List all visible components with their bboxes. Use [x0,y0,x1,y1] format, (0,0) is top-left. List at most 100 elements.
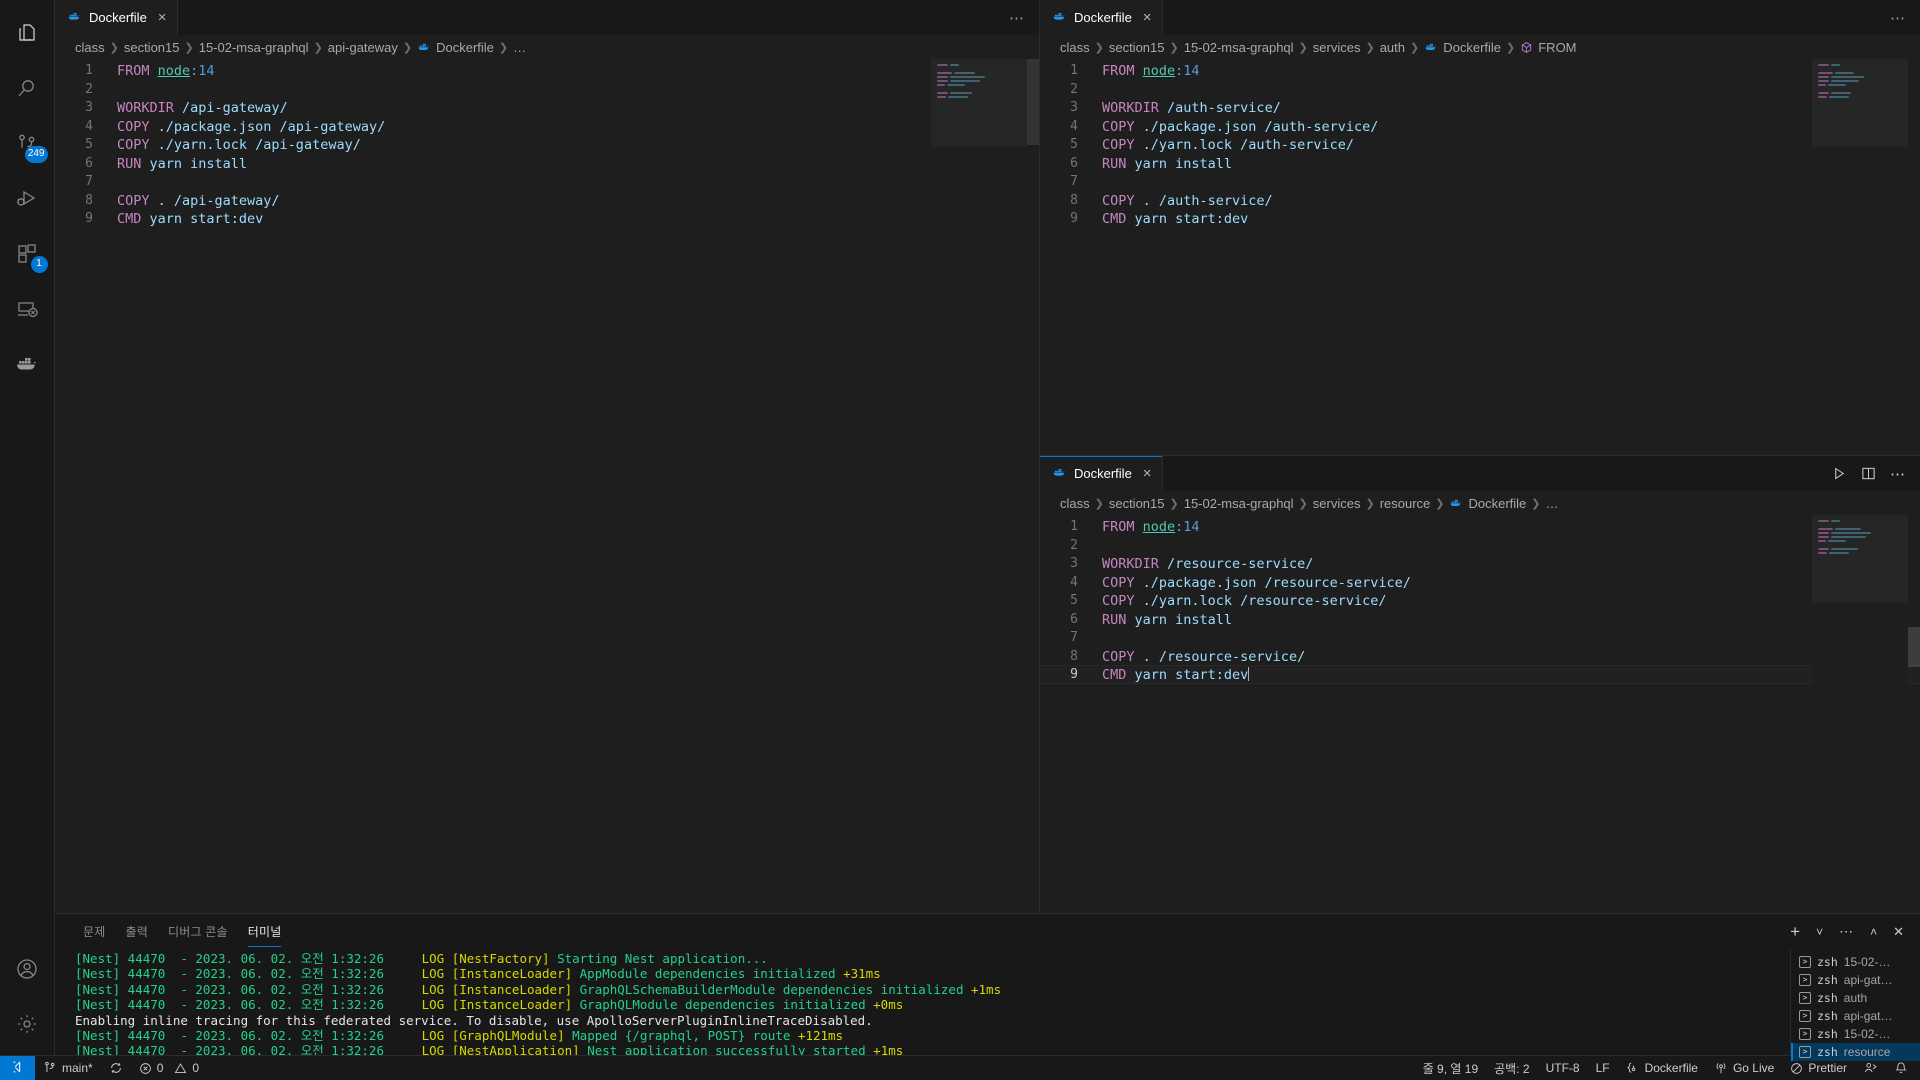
terminal-text: Enabling inline tracing for this federat… [75,1012,873,1028]
tabbar-actions-bottom-right: ⋯ [1818,456,1920,491]
panel-tab-terminal[interactable]: 터미널 [238,914,292,949]
breadcrumb-item[interactable]: services [1313,496,1361,511]
activitybar-item-search[interactable] [0,61,55,116]
terminal-list-item[interactable]: > zsh 15-02-… [1791,953,1920,971]
terminal-text: [Nest] 44470 - 2023. 06. 02. 오전 1:32:26 [75,1028,422,1044]
breadcrumb-item[interactable]: FROM [1538,40,1576,55]
scrollbar-thumb[interactable] [1908,627,1920,667]
split-editor-icon[interactable] [1861,466,1876,481]
new-terminal-icon[interactable]: + [1790,923,1800,940]
status-sync[interactable] [101,1056,131,1080]
more-actions-icon[interactable]: ⋯ [1839,923,1854,940]
status-indentation[interactable]: 공백: 2 [1486,1056,1537,1080]
line-number: 2 [85,81,93,97]
status-cursor-position[interactable]: 줄 9, 열 19 [1415,1056,1486,1080]
status-branch[interactable]: main* [35,1056,101,1080]
code-token: COPY [1102,574,1143,591]
activitybar-item-run-and-debug[interactable] [0,171,55,226]
status-warning-count: 0 [192,1061,200,1075]
tab-dockerfile-resource[interactable]: Dockerfile × [1040,456,1163,491]
breadcrumb-item[interactable]: section15 [124,40,180,55]
close-icon[interactable]: × [1143,466,1152,481]
activitybar-item-docker[interactable] [0,336,55,391]
more-actions-icon[interactable]: ⋯ [1890,9,1906,27]
breadcrumb-item[interactable]: section15 [1109,40,1165,55]
breadcrumb-item[interactable]: Dockerfile [1468,496,1526,511]
breadcrumb-item[interactable]: 15-02-msa-graphql [1184,40,1294,55]
editor-scrollbar-bottom-right[interactable] [1908,515,1920,913]
source-control-badge: 249 [24,146,48,163]
terminal-line: [Nest] 44470 - 2023. 06. 02. 오전 1:32:26 … [75,982,1790,997]
close-icon[interactable]: × [1143,10,1152,25]
breadcrumb-item[interactable]: class [1060,40,1090,55]
terminal-list-item[interactable]: > zsh 15-02-… [1791,1025,1920,1043]
terminal-text: [GraphQLModule] [451,1028,573,1044]
status-encoding[interactable]: UTF-8 [1538,1056,1588,1080]
status-problems[interactable]: 0 0 [131,1056,207,1080]
panel-tab-problems[interactable]: 문제 [73,914,115,949]
breadcrumb-item[interactable]: … [1546,496,1559,511]
breadcrumb-item[interactable]: api-gateway [328,40,398,55]
docker-whale-icon [67,9,82,27]
terminal-text: [InstanceLoader] [451,966,580,982]
status-language-mode[interactable]: Dockerfile [1618,1056,1706,1080]
breadcrumb-item[interactable]: Dockerfile [436,40,494,55]
tab-dockerfile-api-gateway[interactable]: Dockerfile × [55,0,178,35]
breadcrumb-item[interactable]: class [1060,496,1090,511]
line-number: 5 [1070,137,1078,152]
panel-tab-output[interactable]: 출력 [115,914,157,949]
terminal-list-item[interactable]: > zsh api-gat… [1791,1007,1920,1025]
activitybar-item-source-control[interactable]: 249 [0,116,55,171]
breadcrumb-item[interactable]: services [1313,40,1361,55]
activitybar-item-extensions[interactable]: 1 [0,226,55,281]
code-line: 9 CMD yarn start:dev [1040,666,1920,685]
code-editor-top-right[interactable]: 1 FROM node:14 2 3 WORKDIR /auth-service/4 CO… [1040,59,1920,455]
panel-tab-debug-console[interactable]: 디버그 콘솔 [158,914,238,949]
terminal-text: AppModule dependencies initialized [579,966,844,982]
panel-header: 문제 출력 디버그 콘솔 터미널 + ˅ ⋯ ˄ ✕ [55,914,1920,949]
status-remote-host[interactable] [0,1056,35,1080]
breadcrumb-item[interactable]: 15-02-msa-graphql [1184,496,1294,511]
terminal-list-item[interactable]: > zsh resource [1791,1043,1920,1061]
run-icon[interactable] [1832,466,1847,481]
status-go-live[interactable]: Go Live [1706,1056,1782,1080]
editor-scrollbar-top-right[interactable] [1908,59,1920,455]
terminal-list-item[interactable]: > zsh auth [1791,989,1920,1007]
close-icon[interactable]: × [158,10,167,25]
breadcrumb-item[interactable]: resource [1380,496,1431,511]
activitybar-item-remote-explorer[interactable] [0,281,55,336]
status-bar: main* 0 0 줄 9, 열 19 공백: 2 UTF-8 LF Docke… [0,1055,1920,1080]
breadcrumb-item[interactable]: section15 [1109,496,1165,511]
breadcrumb-item[interactable]: class [75,40,105,55]
breadcrumb-item[interactable]: 15-02-msa-graphql [199,40,309,55]
code-line: 8 COPY . /api-gateway/ [55,192,1039,211]
breadcrumb-separator: ❯ [1298,41,1308,54]
more-actions-icon[interactable]: ⋯ [1890,465,1906,483]
activitybar-item-accounts[interactable] [0,941,55,996]
terminal-line: [Nest] 44470 - 2023. 06. 02. 오전 1:32:26 … [75,1028,1790,1043]
status-eol[interactable]: LF [1588,1056,1618,1080]
tab-dockerfile-auth[interactable]: Dockerfile × [1040,0,1163,35]
editor-scrollbar-left[interactable] [1027,59,1039,913]
breadcrumb-item[interactable]: auth [1380,40,1405,55]
activitybar-item-explorer[interactable] [0,6,55,61]
terminal-list-item[interactable]: > zsh api-gat… [1791,971,1920,989]
code-line: 4 COPY ./package.json /api-gateway/ [55,118,1039,137]
scrollbar-thumb[interactable] [1027,59,1039,145]
more-actions-icon[interactable]: ⋯ [1009,9,1025,27]
code-token: /api-gateway/ [182,100,288,116]
code-editor-left[interactable]: 1 FROM node:14 2 3 WORKDIR /api-gateway/4 COP… [55,59,1039,913]
terminal-text: LOG [421,1028,445,1044]
close-panel-icon[interactable]: ✕ [1893,924,1904,940]
line-text: COPY ./package.json /resource-service/ [1102,574,1411,593]
breadcrumb-separator: ❯ [1169,497,1179,510]
chevron-down-icon[interactable]: ˅ [1816,925,1823,939]
breadcrumb-item[interactable]: Dockerfile [1443,40,1501,55]
line-number: 7 [1070,630,1078,645]
code-editor-bottom-right[interactable]: 1 FROM node:14 2 3 WORKDIR /resource-service… [1040,515,1920,913]
code-token: ./package.json /api-gateway/ [157,118,386,135]
maximize-panel-icon[interactable]: ˄ [1870,925,1877,939]
breadcrumb-item[interactable]: … [513,40,526,55]
activitybar-item-manage[interactable] [0,996,55,1051]
code-token: yarn install [1134,611,1233,628]
